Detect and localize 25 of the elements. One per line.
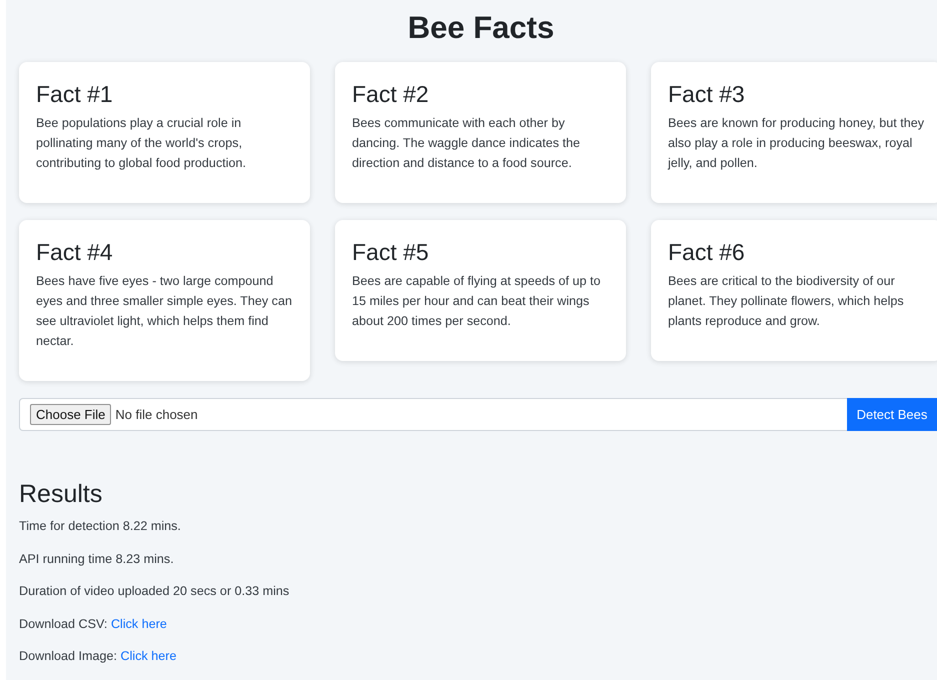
fact-heading: Fact #5	[352, 238, 429, 266]
fact-heading: Fact #4	[36, 238, 113, 266]
fact-text: Bees communicate with each other by dancing. The waggle dance indicates the direction and distance to a food source.	[352, 115, 582, 172]
fact-heading: Fact #3	[668, 80, 745, 108]
result-line: Download CSV: Click here	[19, 616, 167, 632]
result-line: Download Image: Click here	[19, 648, 177, 665]
results-heading: Results	[19, 479, 102, 509]
detect-button[interactable]: Detect Bees	[847, 398, 937, 431]
fact-heading: Fact #6	[668, 238, 745, 266]
fact-text: Bees are capable of flying at speeds of up to 15 miles per hour and can beat their wings about 200 times per second.	[352, 273, 602, 330]
download-link[interactable]: Click here	[110, 616, 167, 630]
result-line: Duration of video uploaded 20 secs or 0.33 mins	[19, 583, 290, 600]
result-line: Time for detection 8.22 mins.	[19, 518, 181, 535]
download-link[interactable]: Click here	[120, 649, 177, 663]
fact-heading: Fact #2	[352, 80, 429, 108]
page-title: Bee Facts	[408, 9, 554, 47]
fact-text: Bee populations play a crucial role in pollinating many of the world's crops, contributing to global food production.	[36, 115, 248, 172]
fact-heading: Fact #1	[36, 80, 113, 108]
fact-text: Bees have five eyes - two large compound eyes and three smaller simple eyes. They can see ultraviolet light, which helps them find nectar.	[36, 273, 293, 350]
file-input[interactable]: Choose File No file chosen	[19, 398, 847, 431]
fact-text: Bees are known for producing honey, but they also play a role in producing beeswax, royal jelly, and pollen.	[668, 115, 925, 172]
choose-file-button[interactable]: Choose File	[30, 404, 112, 425]
file-status: No file chosen	[115, 407, 198, 422]
result-line: API running time 8.23 mins.	[19, 550, 174, 568]
fact-text: Bees are critical to the biodiversity of our planet. They pollinate flowers, which helps plants reproduce and grow.	[668, 273, 905, 330]
